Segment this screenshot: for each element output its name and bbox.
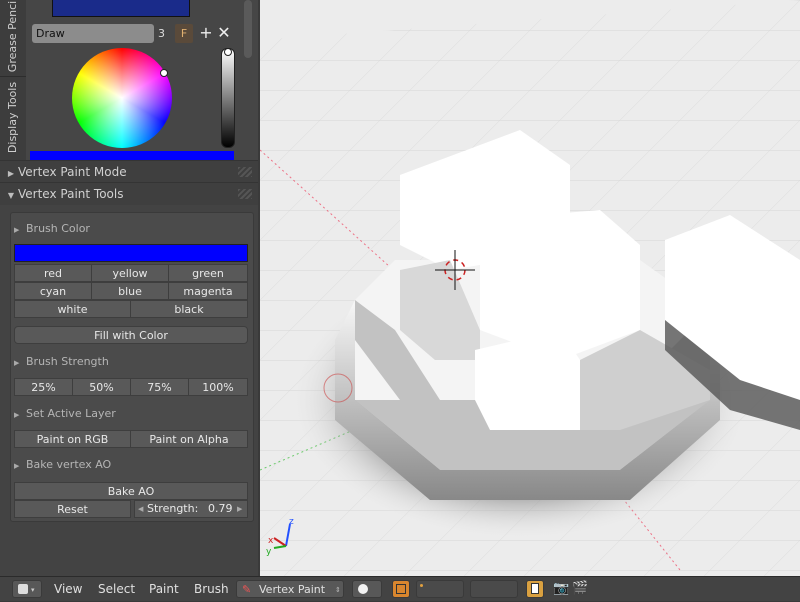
color-wheel[interactable] — [72, 48, 172, 148]
value-slider[interactable] — [221, 48, 235, 148]
menu-paint[interactable]: Paint — [149, 577, 179, 601]
shading-button[interactable] — [352, 580, 382, 598]
color-button-white[interactable]: white — [14, 300, 131, 318]
fill-with-color-button[interactable]: Fill with Color — [14, 326, 248, 344]
collapse-arrow-icon: ▶ — [14, 462, 20, 470]
bake-vertex-ao-section[interactable]: ▶ Bake vertex AO — [14, 455, 111, 475]
strength-field[interactable]: ◀ Strength: 0.79 ▶ — [134, 500, 248, 518]
viewport-header: ▾ View Select Paint Brush ✎ Vertex Paint… — [0, 576, 800, 601]
expand-arrow-icon: ▼ — [7, 191, 15, 200]
layer-buttons-1[interactable] — [416, 580, 464, 598]
drag-grip-icon[interactable] — [238, 189, 252, 199]
strength-value: 0.79 — [208, 502, 233, 515]
value-slider-knob[interactable] — [224, 48, 232, 56]
color-button-cyan[interactable]: cyan — [14, 282, 92, 300]
strength-button-100[interactable]: 100% — [188, 378, 248, 396]
brush-color-swatch[interactable] — [14, 244, 248, 262]
brush-strength-section[interactable]: ▶ Brush Strength — [14, 352, 109, 372]
color-wheel-cursor[interactable] — [160, 69, 168, 77]
cube-icon — [396, 584, 406, 594]
tool-shelf-tabs: Grease Penci Display Tools — [0, 0, 27, 160]
strength-button-50[interactable]: 50% — [72, 378, 131, 396]
menu-select[interactable]: Select — [98, 577, 135, 601]
layer-buttons-2[interactable] — [470, 580, 518, 598]
brush-name-field[interactable]: Draw — [32, 24, 154, 43]
paint-on-alpha-button[interactable]: Paint on Alpha — [130, 430, 248, 448]
current-color-swatch[interactable] — [30, 151, 234, 160]
color-button-magenta[interactable]: magenta — [168, 282, 248, 300]
fake-user-button[interactable]: F — [175, 24, 193, 43]
tab-grease-pencil-label: Grease Penci — [6, 0, 20, 72]
bake-ao-button[interactable]: Bake AO — [14, 482, 248, 500]
panel-header-vertex-paint-mode[interactable]: ▶ Vertex Paint Mode — [0, 160, 258, 183]
sphere-shading-icon — [358, 584, 368, 594]
color-button-green[interactable]: green — [168, 264, 248, 282]
axis-x-label: x — [268, 536, 274, 546]
layer-list[interactable] — [52, 0, 190, 17]
strength-label: Strength: — [147, 502, 199, 515]
panel-header-vertex-paint-tools[interactable]: ▼ Vertex Paint Tools — [0, 182, 258, 205]
lock-layers-button[interactable] — [526, 580, 544, 598]
page-icon — [531, 583, 539, 594]
mode-selector[interactable]: ✎ Vertex Paint ⇕ — [236, 580, 344, 598]
viewport-scene: z x y — [260, 0, 800, 576]
section-label: Set Active Layer — [26, 407, 116, 420]
add-brush-button[interactable]: + — [198, 24, 214, 43]
menu-brush[interactable]: Brush — [194, 577, 229, 601]
tab-grease-pencil[interactable]: Grease Penci — [0, 0, 26, 72]
strength-button-25[interactable]: 25% — [14, 378, 73, 396]
tab-display-tools-label: Display Tools — [6, 81, 20, 153]
set-active-layer-section[interactable]: ▶ Set Active Layer — [14, 404, 116, 424]
tab-display-tools[interactable]: Display Tools — [0, 76, 26, 157]
section-label: Bake vertex AO — [26, 458, 112, 471]
paint-on-rgb-button[interactable]: Paint on RGB — [14, 430, 131, 448]
color-button-blue[interactable]: blue — [91, 282, 169, 300]
cube-editor-icon — [18, 584, 28, 594]
color-button-black[interactable]: black — [130, 300, 248, 318]
3d-viewport[interactable]: z x y — [260, 0, 800, 576]
panel-title: Vertex Paint Tools — [18, 187, 124, 201]
remove-brush-button[interactable]: ✕ — [216, 24, 232, 43]
chevron-updown-icon: ⇕ — [335, 586, 341, 594]
collapse-arrow-icon: ▶ — [14, 411, 20, 419]
panel-title: Vertex Paint Mode — [18, 165, 127, 179]
mode-label: Vertex Paint — [259, 583, 326, 596]
color-button-yellow[interactable]: yellow — [91, 264, 169, 282]
axis-y-label: y — [266, 547, 272, 557]
chevron-down-icon: ▾ — [31, 586, 35, 594]
increment-arrow-icon[interactable]: ▶ — [237, 501, 242, 517]
strength-button-75[interactable]: 75% — [130, 378, 189, 396]
render-camera-icon[interactable]: 📷 — [553, 577, 569, 601]
axis-z-label: z — [289, 517, 294, 527]
brush-icon: ✎ — [242, 583, 252, 596]
brush-color-section[interactable]: ▶ Brush Color — [14, 219, 90, 239]
collapse-arrow-icon: ▶ — [14, 226, 20, 234]
reset-button[interactable]: Reset — [14, 500, 131, 518]
collapse-arrow-icon: ▶ — [14, 359, 20, 367]
color-button-red[interactable]: red — [14, 264, 92, 282]
section-label: Brush Strength — [26, 355, 109, 368]
decrement-arrow-icon[interactable]: ◀ — [138, 501, 143, 517]
section-label: Brush Color — [26, 222, 90, 235]
shelf-scrollbar[interactable] — [244, 0, 252, 58]
clapperboard-icon[interactable]: 🎬 — [572, 577, 588, 601]
menu-view[interactable]: View — [54, 577, 82, 601]
brush-user-count: 3 — [158, 27, 165, 40]
drag-grip-icon[interactable] — [238, 167, 252, 177]
limit-selection-button[interactable] — [392, 580, 410, 598]
editor-type-button[interactable]: ▾ — [12, 580, 42, 598]
active-layer-dot — [420, 584, 423, 587]
